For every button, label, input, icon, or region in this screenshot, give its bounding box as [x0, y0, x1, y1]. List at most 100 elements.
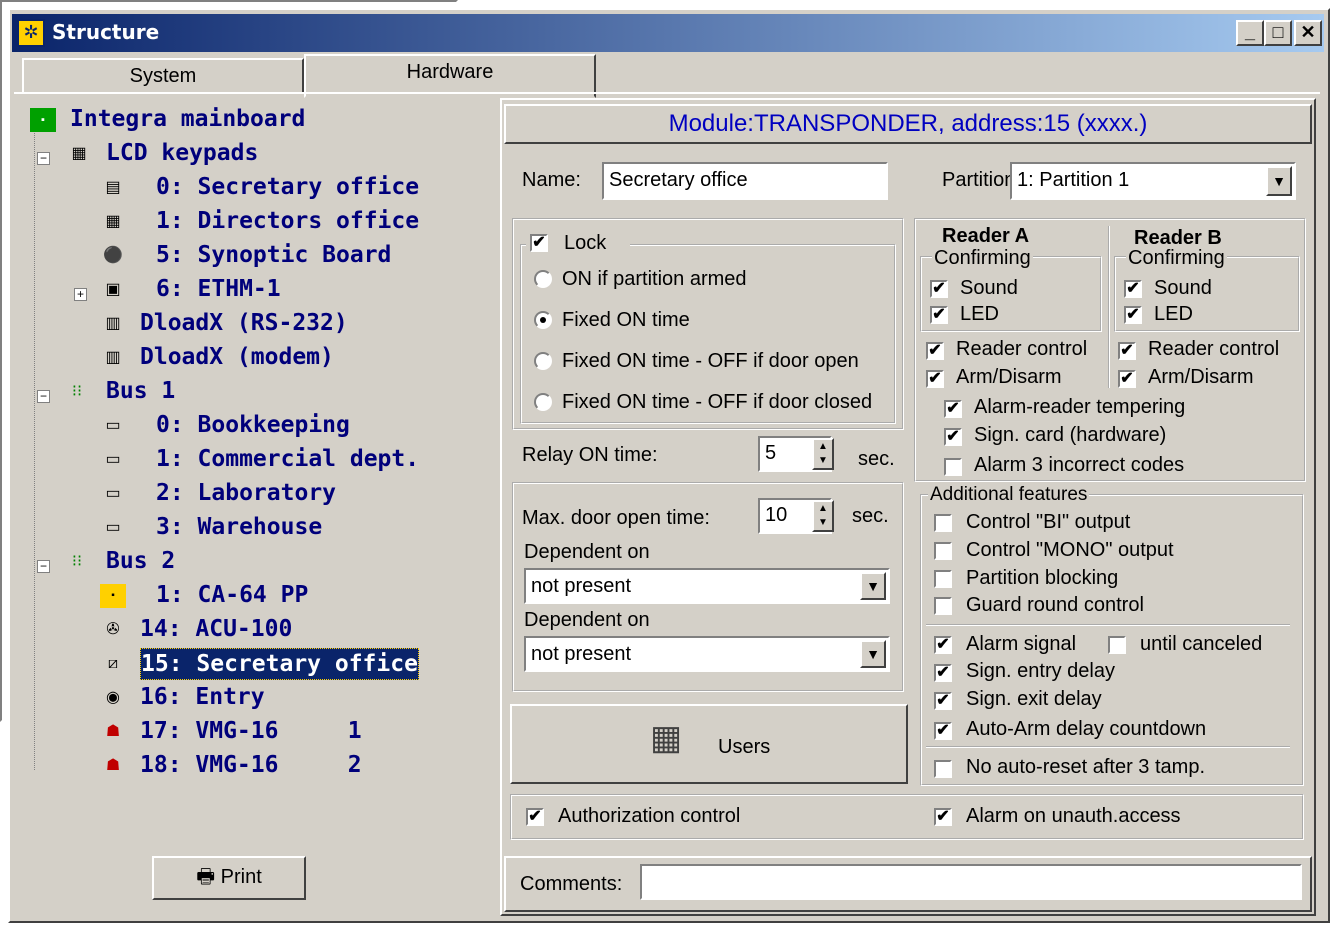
tree-node-selected[interactable]: 15: Secretary office — [140, 648, 419, 680]
lock-option-radio-selected[interactable] — [534, 311, 552, 329]
tab-system[interactable]: System — [22, 58, 304, 94]
guard-round-checkbox[interactable] — [934, 597, 952, 615]
partition-blocking-checkbox[interactable] — [934, 570, 952, 588]
until-canceled-label: until canceled — [1140, 633, 1263, 655]
relay-spinner[interactable]: ▲ ▼ — [812, 438, 834, 470]
sign-exit-delay-label: Sign. exit delay — [966, 688, 1102, 710]
dependent-select[interactable]: not present — [524, 568, 890, 604]
tree-node[interactable]: 6: ETHM-1 — [156, 274, 281, 304]
until-canceled-checkbox[interactable] — [1108, 636, 1126, 654]
dependent-dropdown-button[interactable]: ▼ — [860, 640, 886, 668]
tree-node[interactable]: 2: Laboratory — [156, 478, 336, 508]
tree-node[interactable]: 17: VMG-16 1 — [140, 716, 362, 746]
mainboard-icon: ▪ — [30, 108, 56, 132]
expander-icon: ▭ — [105, 451, 121, 468]
door-unit: sec. — [852, 505, 889, 527]
people-icon: ☗ — [105, 723, 121, 740]
alarm-unauth-checkbox[interactable]: ✔ — [934, 808, 952, 826]
sign-card-checkbox[interactable]: ✔ — [944, 428, 962, 446]
alarm-signal-checkbox[interactable]: ✔ — [934, 636, 952, 654]
sign-exit-delay-checkbox[interactable]: ✔ — [934, 692, 952, 710]
tree-node[interactable]: 1: Directors office — [156, 206, 419, 236]
minimize-button[interactable]: _ — [1236, 20, 1264, 46]
tree-node[interactable]: DloadX (RS-232) — [140, 308, 348, 338]
partition-dropdown-button[interactable]: ▼ — [1266, 166, 1292, 196]
auto-arm-countdown-checkbox[interactable]: ✔ — [934, 722, 952, 740]
collapse-icon[interactable]: − — [37, 560, 50, 573]
tree-node[interactable]: Bus 2 — [106, 546, 175, 576]
tree-node[interactable]: 16: Entry — [140, 682, 265, 712]
partition-select[interactable]: 1: Partition 1 — [1010, 162, 1296, 200]
sign-entry-delay-checkbox[interactable]: ✔ — [934, 664, 952, 682]
dependent-dropdown-button[interactable]: ▼ — [860, 572, 886, 600]
tree-node[interactable]: 5: Synoptic Board — [156, 240, 391, 270]
title-bar[interactable] — [12, 14, 1324, 52]
collapse-icon[interactable]: − — [37, 390, 50, 403]
tree-node[interactable]: 0: Bookkeeping — [156, 410, 350, 440]
relay-label: Relay ON time: — [522, 444, 658, 466]
reader-b-led-label: LED — [1154, 303, 1193, 325]
tree-node[interactable]: 1: CA-64 PP — [156, 580, 308, 610]
door-icon: ◉ — [106, 689, 120, 706]
lock-option-label: ON if partition armed — [562, 268, 747, 290]
collapse-icon[interactable]: − — [37, 152, 50, 165]
tree-node[interactable]: 3: Warehouse — [156, 512, 322, 542]
control-mono-label: Control "MONO" output — [966, 539, 1174, 561]
tree-node[interactable]: Integra mainboard — [70, 104, 305, 134]
reader-a-control-checkbox[interactable]: ✔ — [926, 342, 944, 360]
card-reader-icon: ⧄ — [107, 655, 119, 672]
alarm-reader-tempering-label: Alarm-reader tempering — [974, 396, 1186, 418]
name-input[interactable]: Secretary office — [602, 162, 888, 200]
network-icon: ▣ — [105, 281, 121, 298]
keypad-icon: ▤ — [105, 179, 121, 196]
tree-node[interactable]: 0: Secretary office — [156, 172, 419, 202]
tree-node[interactable]: DloadX (modem) — [140, 342, 334, 372]
reader-b-control-checkbox[interactable]: ✔ — [1118, 342, 1136, 360]
tree-node[interactable]: LCD keypads — [106, 138, 258, 168]
control-bi-checkbox[interactable] — [934, 514, 952, 532]
maximize-button[interactable]: □ — [1264, 20, 1292, 46]
reader-a-sound-label: Sound — [960, 277, 1018, 299]
lock-option-radio[interactable] — [534, 270, 552, 288]
no-auto-reset-checkbox[interactable] — [934, 760, 952, 778]
door-spinner[interactable]: ▲ ▼ — [812, 500, 834, 532]
authorization-checkbox[interactable]: ✔ — [526, 808, 544, 826]
lock-checkbox[interactable]: ✔ — [530, 234, 548, 252]
users-keypad-icon: ▦ — [650, 719, 683, 757]
print-label: Print — [220, 866, 262, 888]
reader-b-led-checkbox[interactable]: ✔ — [1124, 306, 1142, 324]
alarm-incorrect-codes-checkbox[interactable] — [944, 458, 962, 476]
tree-node[interactable]: 1: Commercial dept. — [156, 444, 419, 474]
traffic-light-icon: ⚫ — [103, 247, 123, 264]
reader-a-arm-checkbox[interactable]: ✔ — [926, 370, 944, 388]
separator — [926, 746, 1290, 748]
tree-node[interactable]: 14: ACU-100 — [140, 614, 292, 644]
reader-b-sound-checkbox[interactable]: ✔ — [1124, 280, 1142, 298]
reader-a-sound-checkbox[interactable]: ✔ — [930, 280, 948, 298]
expand-icon[interactable]: + — [74, 288, 87, 301]
lock-option-radio[interactable] — [534, 352, 552, 370]
tree-node[interactable]: 18: VMG-16 2 — [140, 750, 362, 780]
print-button[interactable]: 🖶 Print — [152, 856, 306, 900]
reader-a-led-checkbox[interactable]: ✔ — [930, 306, 948, 324]
alarm-reader-tempering-checkbox[interactable]: ✔ — [944, 400, 962, 418]
door-label: Max. door open time: — [522, 507, 710, 529]
sign-entry-delay-label: Sign. entry delay — [966, 660, 1115, 682]
reader-a-confirming: Confirming — [932, 246, 1033, 270]
users-button[interactable]: ▦ Users — [510, 704, 908, 784]
users-label: Users — [718, 736, 771, 758]
computer-icon: ▥ — [105, 315, 121, 332]
tab-divider — [14, 92, 1320, 94]
reader-b-confirming: Confirming — [1126, 246, 1227, 270]
control-mono-checkbox[interactable] — [934, 542, 952, 560]
alarm-unauth-label: Alarm on unauth.access — [966, 805, 1181, 827]
close-button[interactable]: ✕ — [1294, 20, 1322, 46]
tree-node[interactable]: Bus 1 — [106, 376, 175, 406]
window-title: Structure — [52, 20, 160, 44]
reader-b-arm-checkbox[interactable]: ✔ — [1118, 370, 1136, 388]
dependent-select[interactable]: not present — [524, 636, 890, 672]
lock-option-radio[interactable] — [534, 393, 552, 411]
sign-card-label: Sign. card (hardware) — [974, 424, 1167, 446]
reader-a-control-label: Reader control — [956, 338, 1088, 360]
comments-input[interactable] — [640, 864, 1302, 900]
